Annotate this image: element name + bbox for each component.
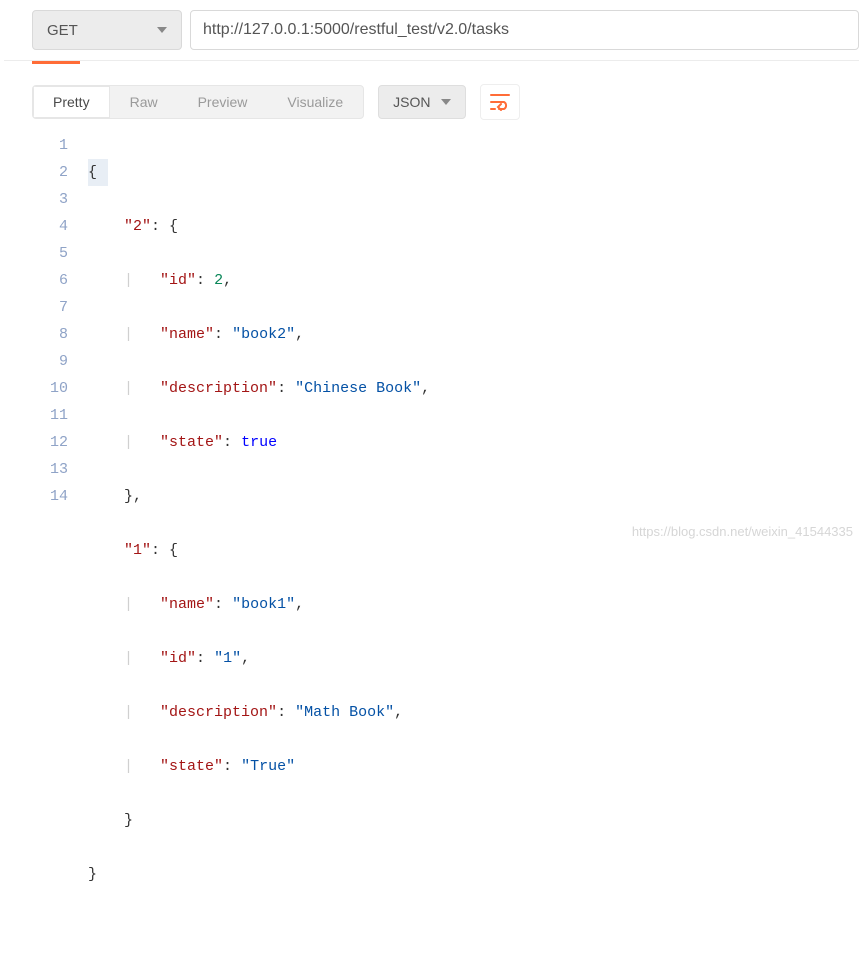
tab-preview[interactable]: Preview: [178, 86, 268, 118]
json-key: "description": [160, 704, 277, 721]
tab-visualize[interactable]: Visualize: [267, 86, 363, 118]
line-number: 14: [32, 483, 68, 510]
format-select-label: JSON: [393, 94, 430, 110]
brace-open: {: [88, 159, 108, 186]
response-toolbar: Pretty Raw Preview Visualize JSON: [4, 64, 859, 128]
json-string: "True": [241, 758, 295, 775]
line-number: 9: [32, 348, 68, 375]
json-key: "id": [160, 650, 196, 667]
line-number: 13: [32, 456, 68, 483]
code-content[interactable]: { "2": { | "id": 2, | "name": "book2", |…: [88, 132, 430, 942]
json-string: "Chinese Book": [295, 380, 421, 397]
url-input[interactable]: [190, 10, 859, 50]
punct: ,: [223, 272, 232, 289]
punct: ,: [421, 380, 430, 397]
punct: :: [196, 272, 214, 289]
json-key: "2": [124, 218, 151, 235]
line-number: 4: [32, 213, 68, 240]
punct: ,: [295, 326, 304, 343]
punct: :: [223, 434, 241, 451]
json-bool: true: [241, 434, 277, 451]
json-key: "name": [160, 326, 214, 343]
json-string: "1": [214, 650, 241, 667]
line-number: 3: [32, 186, 68, 213]
format-select[interactable]: JSON: [378, 85, 465, 119]
line-number: 11: [32, 402, 68, 429]
json-string: "book2": [232, 326, 295, 343]
punct: ,: [241, 650, 250, 667]
punct: ,: [295, 596, 304, 613]
request-row: GET: [4, 0, 859, 61]
json-key: "state": [160, 758, 223, 775]
brace-close: },: [124, 488, 142, 505]
line-number: 1: [32, 132, 68, 159]
tab-raw[interactable]: Raw: [110, 86, 178, 118]
punct: :: [214, 596, 232, 613]
punct: :: [277, 704, 295, 721]
punct: ,: [394, 704, 403, 721]
http-method-label: GET: [47, 22, 78, 39]
line-number: 7: [32, 294, 68, 321]
brace-close: }: [124, 812, 133, 829]
punct: : {: [151, 218, 178, 235]
tab-pretty[interactable]: Pretty: [33, 86, 110, 118]
http-method-select[interactable]: GET: [32, 10, 182, 50]
line-number: 12: [32, 429, 68, 456]
punct: :: [277, 380, 295, 397]
wrap-icon: [490, 93, 510, 111]
wrap-lines-button[interactable]: [480, 84, 520, 120]
line-number: 2: [32, 159, 68, 186]
json-string: "Math Book": [295, 704, 394, 721]
view-mode-tabs: Pretty Raw Preview Visualize: [32, 85, 364, 119]
punct: :: [196, 650, 214, 667]
json-key: "name": [160, 596, 214, 613]
json-number: 2: [214, 272, 223, 289]
brace-close: }: [88, 866, 97, 883]
punct: :: [223, 758, 241, 775]
json-key: "state": [160, 434, 223, 451]
line-number: 5: [32, 240, 68, 267]
chevron-down-icon: [441, 99, 451, 105]
json-key: "description": [160, 380, 277, 397]
response-body: 1 2 3 4 5 6 7 8 9 10 11 12 13 14 { "2": …: [4, 128, 859, 962]
json-string: "book1": [232, 596, 295, 613]
watermark-text: https://blog.csdn.net/weixin_41544335: [632, 524, 853, 539]
line-number: 6: [32, 267, 68, 294]
line-number-gutter: 1 2 3 4 5 6 7 8 9 10 11 12 13 14: [32, 132, 88, 942]
json-key: "id": [160, 272, 196, 289]
line-number: 8: [32, 321, 68, 348]
chevron-down-icon: [157, 27, 167, 33]
line-number: 10: [32, 375, 68, 402]
punct: :: [214, 326, 232, 343]
